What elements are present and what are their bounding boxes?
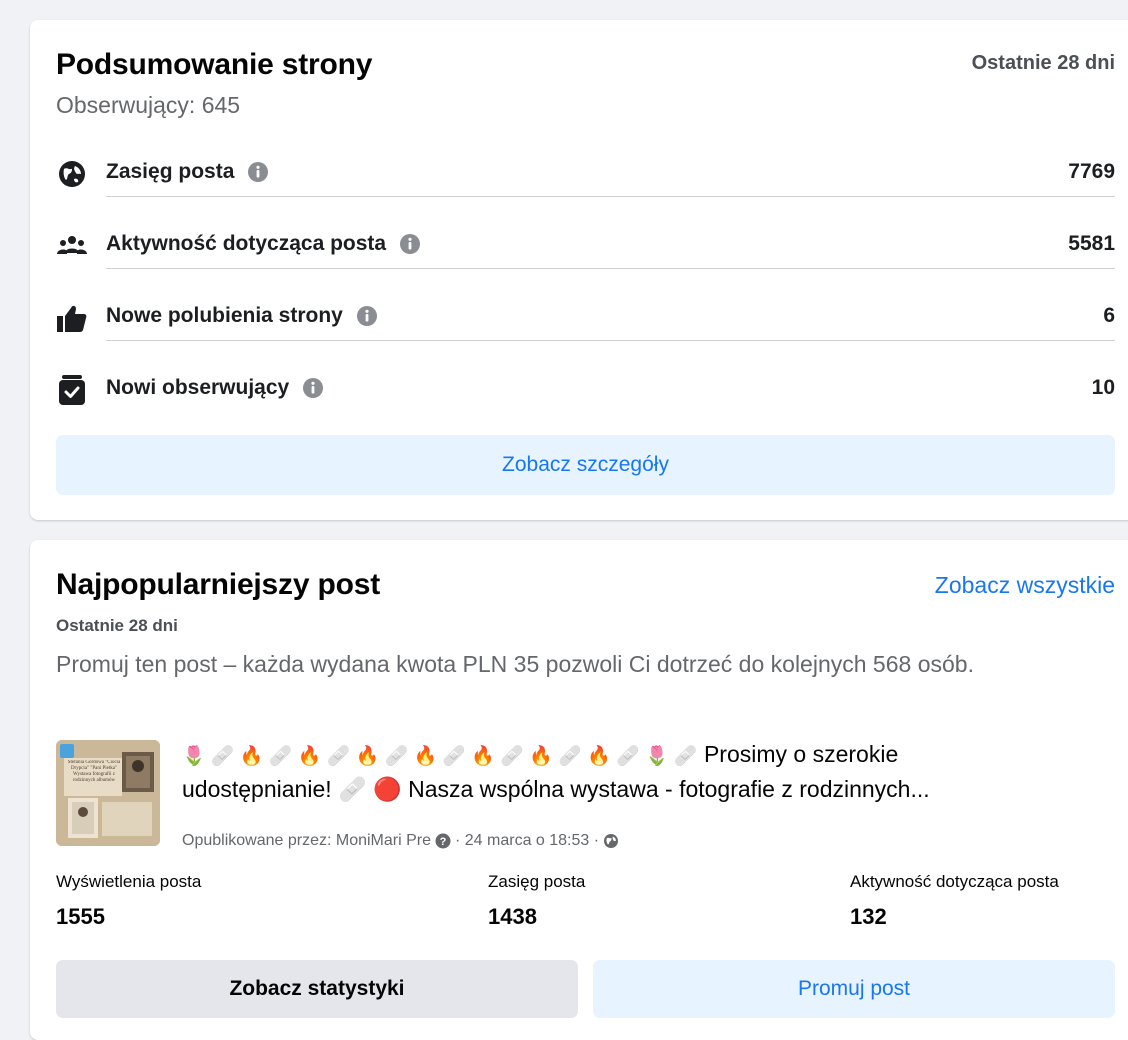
- stat-label: Wyświetlenia posta: [56, 872, 202, 891]
- thumbnail-caption: Stefania Gordowa "Ciocia Drypcia" "Pani …: [67, 760, 121, 783]
- divider: [106, 268, 1115, 269]
- post-thumbnail-image: [56, 740, 160, 846]
- post-text-line2: Nasza wspólna wystawa - fotografie z rod…: [408, 776, 930, 802]
- stat-value: 132: [850, 904, 887, 929]
- post-text-line2-prefix: udostępnianie! 🩹 🔴: [182, 776, 402, 802]
- stat-label: Aktywność dotycząca posta: [850, 872, 1059, 891]
- divider: [106, 196, 1115, 197]
- see-insights-button[interactable]: Zobacz statystyki: [56, 960, 578, 1018]
- metric-label-post-engagement: Aktywność dotycząca posta: [106, 232, 387, 255]
- follow-check-icon: [56, 374, 88, 406]
- see-all-link[interactable]: Zobacz wszystkie: [935, 572, 1115, 599]
- stat-value: 1555: [56, 904, 105, 929]
- see-details-button[interactable]: Zobacz szczegóły: [56, 435, 1115, 495]
- post-text-line1: Prosimy o szerokie: [703, 741, 899, 767]
- followers-count: Obserwujący: 645: [56, 92, 241, 118]
- post-thumbnail[interactable]: Stefania Gordowa "Ciocia Drypcia" "Pani …: [56, 740, 160, 846]
- stat-post-impressions: Wyświetlenia posta 1555: [56, 872, 201, 930]
- divider: [106, 340, 1115, 341]
- page-summary-title: Podsumowanie strony: [56, 48, 373, 81]
- stat-post-reach: Zasięg posta 1438: [488, 872, 585, 930]
- metric-value-post-reach: 7769: [1068, 160, 1115, 183]
- help-icon[interactable]: ?: [435, 833, 451, 849]
- metric-value-new-followers: 10: [1091, 376, 1115, 399]
- info-icon[interactable]: [302, 377, 324, 399]
- post-date[interactable]: · 24 marca o 18:53 ·: [455, 832, 599, 850]
- page-summary-card: Podsumowanie strony Ostatnie 28 dni Obse…: [30, 20, 1128, 520]
- thumbs-up-icon: [56, 302, 88, 334]
- metric-label-new-followers: Nowi obserwujący: [106, 376, 290, 399]
- top-post-date-range: Ostatnie 28 dni: [56, 616, 178, 635]
- top-post-card: Najpopularniejszy post Zobacz wszystkie …: [30, 540, 1128, 1040]
- info-icon[interactable]: [247, 161, 269, 183]
- stat-post-engagement: Aktywność dotycząca posta 132: [850, 872, 1059, 930]
- post-meta: Opublikowane przez: MoniMari Pre ? · 24 …: [182, 832, 619, 850]
- metric-value-post-engagement: 5581: [1068, 232, 1115, 255]
- people-icon: [56, 230, 88, 262]
- post-emoji-line: 🌷 🩹 🔥 🩹 🔥 🩹 🔥 🩹 🔥 🩹 🔥 🩹 🔥 🩹 🔥 🩹 🌷 🩹: [182, 746, 698, 767]
- stat-label: Zasięg posta: [488, 872, 586, 891]
- stat-value: 1438: [488, 904, 537, 929]
- info-icon[interactable]: [399, 233, 421, 255]
- metric-row-post-engagement: Aktywność dotycząca posta 5581: [56, 230, 1115, 302]
- metric-row-post-reach: Zasięg posta 7769: [56, 158, 1115, 230]
- public-globe-icon: [604, 834, 619, 848]
- metric-row-new-page-likes: Nowe polubienia strony 6: [56, 302, 1115, 374]
- summary-date-range: Ostatnie 28 dni: [971, 52, 1115, 74]
- info-icon[interactable]: [356, 305, 378, 327]
- metric-label-post-reach: Zasięg posta: [106, 160, 235, 183]
- svg-text:?: ?: [440, 836, 447, 848]
- metric-label-new-page-likes: Nowe polubienia strony: [106, 304, 343, 327]
- metric-value-new-page-likes: 6: [1103, 304, 1115, 327]
- top-post-title: Najpopularniejszy post: [56, 568, 380, 601]
- post-preview-text[interactable]: 🌷 🩹 🔥 🩹 🔥 🩹 🔥 🩹 🔥 🩹 🔥 🩹 🔥 🩹 🔥 🩹 🌷 🩹 Pros…: [182, 738, 1112, 806]
- promote-suggestion-text: Promuj ten post – każda wydana kwota PLN…: [56, 651, 974, 677]
- globe-icon: [56, 158, 88, 190]
- promote-post-button[interactable]: Promuj post: [593, 960, 1115, 1018]
- post-publisher[interactable]: Opublikowane przez: MoniMari Pre: [182, 832, 431, 850]
